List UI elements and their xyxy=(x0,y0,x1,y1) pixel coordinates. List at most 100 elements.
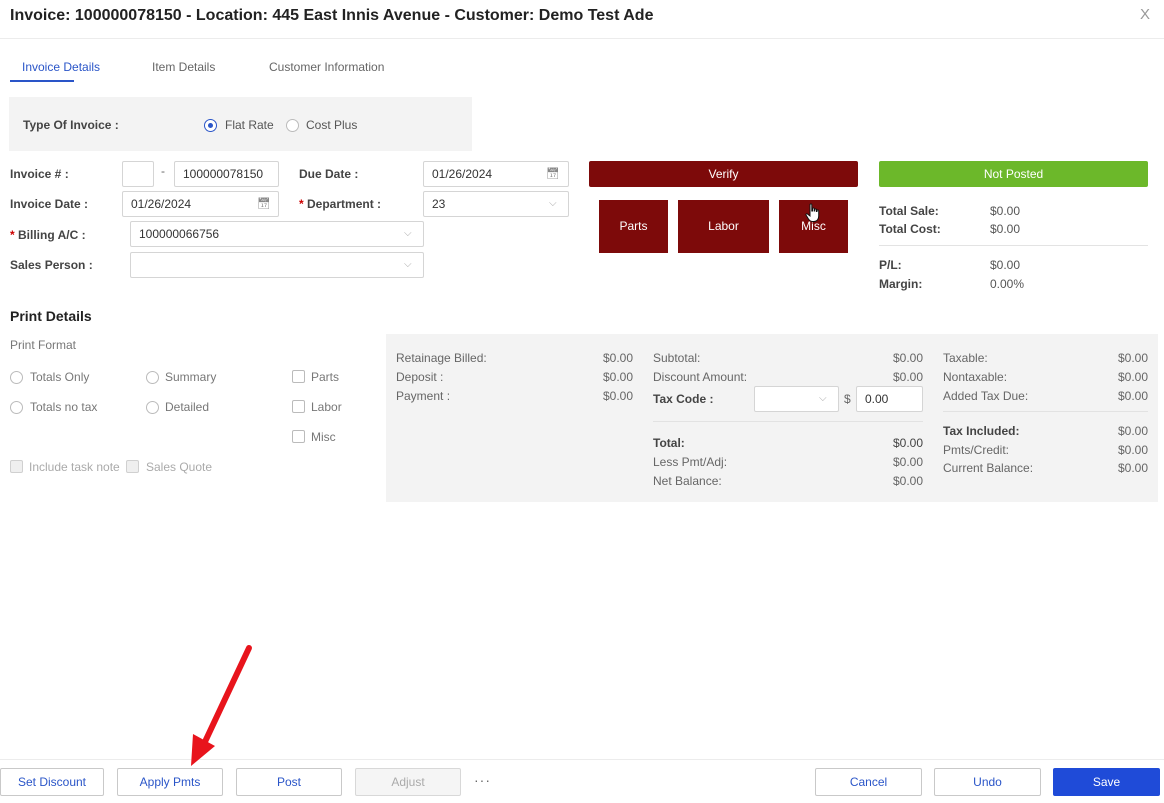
total-label: Total: xyxy=(653,436,685,450)
invoice-number-input[interactable]: 100000078150 xyxy=(174,161,279,187)
sales-quote-label: Sales Quote xyxy=(146,460,213,474)
pmts-credit-value: $0.00 xyxy=(1117,443,1148,457)
post-button[interactable]: Post xyxy=(236,768,342,796)
parts-checkbox[interactable] xyxy=(292,370,305,383)
tax-included-value: $0.00 xyxy=(1117,424,1148,438)
taxable-value: $0.00 xyxy=(1117,351,1148,365)
misc-label: Misc xyxy=(311,430,336,444)
footer-divider xyxy=(0,759,1164,760)
less-pmt-adj-label: Less Pmt/Adj: xyxy=(653,455,728,469)
adjust-button[interactable]: Adjust xyxy=(355,768,461,796)
verify-button[interactable]: Verify xyxy=(589,161,858,187)
close-icon[interactable]: X xyxy=(1136,6,1154,24)
tab-customer-information[interactable]: Customer Information xyxy=(269,60,384,74)
summary-divider xyxy=(879,245,1148,246)
invoice-date-input[interactable]: 01/26/2024 📅︎ xyxy=(122,191,279,217)
totals-only-label: Totals Only xyxy=(30,370,90,384)
invoice-date-value: 01/26/2024 xyxy=(131,197,192,211)
more-options-icon[interactable]: ··· xyxy=(474,772,491,788)
billing-ac-value: 100000066756 xyxy=(139,227,220,241)
flat-rate-radio[interactable] xyxy=(204,119,217,132)
sales-person-label: Sales Person : xyxy=(10,258,93,272)
header-divider xyxy=(0,38,1164,39)
parts-button[interactable]: Parts xyxy=(599,200,668,253)
retainage-billed-value: $0.00 xyxy=(602,351,633,365)
totals-panel xyxy=(386,334,1158,502)
summary-radio[interactable] xyxy=(146,371,159,384)
set-discount-button[interactable]: Set Discount xyxy=(0,768,104,796)
cancel-button[interactable]: Cancel xyxy=(815,768,922,796)
payment-label: Payment : xyxy=(396,389,451,403)
subtotal-label: Subtotal: xyxy=(653,351,701,365)
due-date-input[interactable]: 01/26/2024 📅︎ xyxy=(423,161,569,187)
totals-only-radio[interactable] xyxy=(10,371,23,384)
department-select[interactable]: 23 ⌵ xyxy=(423,191,569,217)
totals-divider xyxy=(653,421,923,422)
chevron-down-icon: ⌵ xyxy=(549,198,557,209)
total-cost-label: Total Cost: xyxy=(879,222,941,236)
less-pmt-adj-value: $0.00 xyxy=(892,455,923,469)
flat-rate-label: Flat Rate xyxy=(225,118,274,132)
invoice-dash: - xyxy=(161,164,165,178)
hand-cursor-icon xyxy=(805,203,820,222)
tax-code-select[interactable]: ⌵ xyxy=(754,386,839,412)
total-cost-value: $0.00 xyxy=(990,222,1021,236)
total-sale-value: $0.00 xyxy=(990,204,1021,218)
misc-checkbox[interactable] xyxy=(292,430,305,443)
pmts-credit-label: Pmts/Credit: xyxy=(943,443,1010,457)
payment-value: $0.00 xyxy=(602,389,633,403)
billing-ac-select[interactable]: 100000066756 ⌵ xyxy=(130,221,424,247)
tax-rate-input[interactable]: 0.00 xyxy=(856,386,923,412)
labor-button[interactable]: Labor xyxy=(678,200,769,253)
sales-quote-checkbox[interactable] xyxy=(126,460,139,473)
apply-pmts-button[interactable]: Apply Pmts xyxy=(117,768,223,796)
nontaxable-value: $0.00 xyxy=(1117,370,1148,384)
department-value: 23 xyxy=(432,197,446,211)
include-task-note-label: Include task note xyxy=(29,460,120,474)
labor-label: Labor xyxy=(311,400,342,414)
parts-label: Parts xyxy=(311,370,340,384)
department-label-text: Department : xyxy=(307,197,382,211)
taxable-label: Taxable: xyxy=(943,351,988,365)
chevron-down-icon: ⌵ xyxy=(819,393,827,404)
detailed-radio[interactable] xyxy=(146,401,159,414)
required-marker: * xyxy=(299,197,304,211)
calendar-icon[interactable]: 📅︎ xyxy=(257,192,271,216)
due-date-label: Due Date : xyxy=(299,167,359,181)
pl-value: $0.00 xyxy=(990,258,1021,272)
cost-plus-label: Cost Plus xyxy=(306,118,358,132)
deposit-value: $0.00 xyxy=(602,370,633,384)
cost-plus-radio[interactable] xyxy=(286,119,299,132)
tab-item-details[interactable]: Item Details xyxy=(152,60,215,74)
chevron-down-icon: ⌵ xyxy=(404,228,412,239)
print-details-title: Print Details xyxy=(10,308,92,324)
added-tax-due-label: Added Tax Due: xyxy=(943,389,1029,403)
subtotal-value: $0.00 xyxy=(892,351,923,365)
margin-label: Margin: xyxy=(879,277,923,291)
undo-button[interactable]: Undo xyxy=(934,768,1041,796)
nontaxable-label: Nontaxable: xyxy=(943,370,1008,384)
deposit-label: Deposit : xyxy=(396,370,444,384)
totals-no-tax-radio[interactable] xyxy=(10,401,23,414)
page-title: Invoice: 100000078150 - Location: 445 Ea… xyxy=(10,7,654,24)
labor-checkbox[interactable] xyxy=(292,400,305,413)
tax-code-label: Tax Code : xyxy=(653,392,714,406)
retainage-billed-label: Retainage Billed: xyxy=(396,351,487,365)
sales-person-select[interactable]: ⌵ xyxy=(130,252,424,278)
status-badge: Not Posted xyxy=(879,161,1148,187)
active-tab-indicator xyxy=(10,80,74,82)
totals-no-tax-label: Totals no tax xyxy=(30,400,98,414)
added-tax-due-value: $0.00 xyxy=(1117,389,1148,403)
current-balance-value: $0.00 xyxy=(1117,461,1148,475)
required-marker: * xyxy=(10,228,15,242)
tax-currency-symbol: $ xyxy=(844,392,851,406)
invoice-prefix-input[interactable] xyxy=(122,161,154,187)
invoice-number-label: Invoice # : xyxy=(10,167,69,181)
calendar-icon[interactable]: 📅︎ xyxy=(546,162,560,186)
department-label: * Department : xyxy=(299,197,381,211)
include-task-note-checkbox[interactable] xyxy=(10,460,23,473)
chevron-down-icon: ⌵ xyxy=(404,259,412,270)
invoice-date-label: Invoice Date : xyxy=(10,197,89,211)
save-button[interactable]: Save xyxy=(1053,768,1160,796)
tab-invoice-details[interactable]: Invoice Details xyxy=(22,60,100,74)
